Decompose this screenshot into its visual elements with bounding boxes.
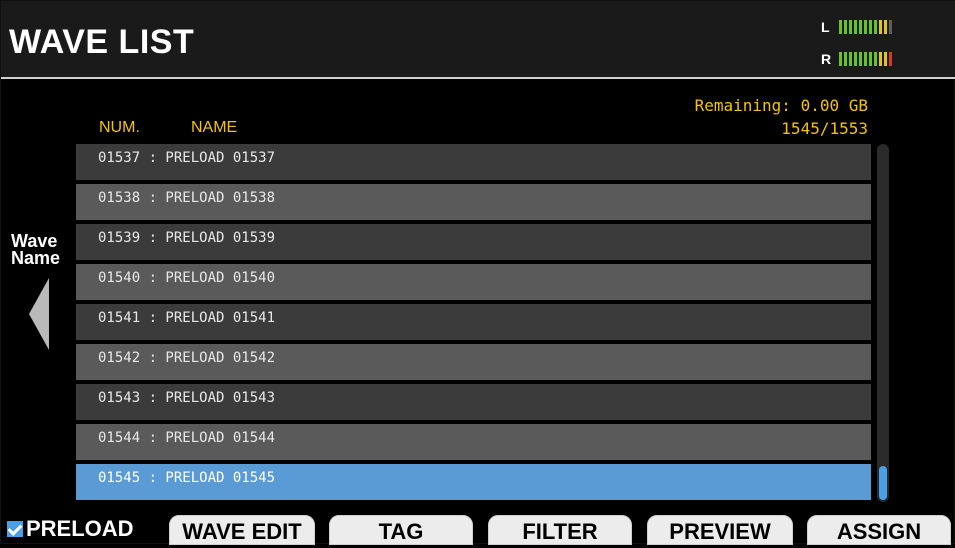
wave-edit-button[interactable]: WAVE EDIT bbox=[169, 515, 315, 545]
wave-list-item[interactable]: 01538 : PRELOAD 01538 bbox=[76, 184, 871, 220]
scrollbar-track[interactable] bbox=[877, 144, 889, 502]
wave-list-item[interactable]: 01540 : PRELOAD 01540 bbox=[76, 264, 871, 300]
wave-count: 1545/1553 bbox=[781, 119, 868, 138]
wave-list-item[interactable]: 01544 : PRELOAD 01544 bbox=[76, 424, 871, 460]
meter-right-label: R bbox=[821, 51, 832, 67]
assign-button[interactable]: ASSIGN bbox=[807, 515, 951, 545]
side-label-wave-name: Wave Name bbox=[11, 232, 61, 268]
level-meter-left: L bbox=[821, 18, 892, 36]
screen: WAVE LIST L R Remaining: 0.00 GB 1545/15… bbox=[0, 0, 955, 545]
wave-list: 01537 : PRELOAD 01537 01538 : PRELOAD 015… bbox=[76, 144, 871, 504]
left-triangle-icon[interactable] bbox=[29, 278, 49, 350]
side-label-line2: Name bbox=[11, 248, 61, 268]
header-divider bbox=[1, 77, 955, 79]
filter-button[interactable]: FILTER bbox=[488, 515, 632, 545]
wave-list-item-selected[interactable]: 01545 : PRELOAD 01545 bbox=[76, 464, 871, 500]
meter-right-bars bbox=[839, 52, 892, 66]
header-bar: WAVE LIST L R bbox=[1, 1, 955, 77]
preload-toggle[interactable]: PRELOAD bbox=[7, 513, 134, 545]
wave-list-item[interactable]: 01543 : PRELOAD 01543 bbox=[76, 384, 871, 420]
tag-button[interactable]: TAG bbox=[329, 515, 473, 545]
checkbox-checked-icon[interactable] bbox=[7, 521, 23, 537]
scrollbar-thumb[interactable] bbox=[879, 466, 887, 500]
remaining-storage: Remaining: 0.00 GB bbox=[694, 96, 868, 115]
preload-label: PRELOAD bbox=[26, 516, 134, 541]
preview-button[interactable]: PREVIEW bbox=[647, 515, 793, 545]
level-meter-right: R bbox=[821, 50, 892, 68]
wave-list-item[interactable]: 01537 : PRELOAD 01537 bbox=[76, 144, 871, 180]
wave-list-item[interactable]: 01542 : PRELOAD 01542 bbox=[76, 344, 871, 380]
column-header-name: NAME bbox=[191, 119, 238, 136]
column-header-num: NUM. bbox=[99, 119, 140, 136]
meter-left-bars bbox=[839, 20, 892, 34]
page-title: WAVE LIST bbox=[9, 23, 195, 61]
wave-list-item[interactable]: 01541 : PRELOAD 01541 bbox=[76, 304, 871, 340]
meter-left-label: L bbox=[821, 19, 830, 35]
wave-list-item[interactable]: 01539 : PRELOAD 01539 bbox=[76, 224, 871, 260]
function-button-bar: PRELOAD WAVE EDIT TAG FILTER PREVIEW ASS… bbox=[1, 513, 955, 545]
